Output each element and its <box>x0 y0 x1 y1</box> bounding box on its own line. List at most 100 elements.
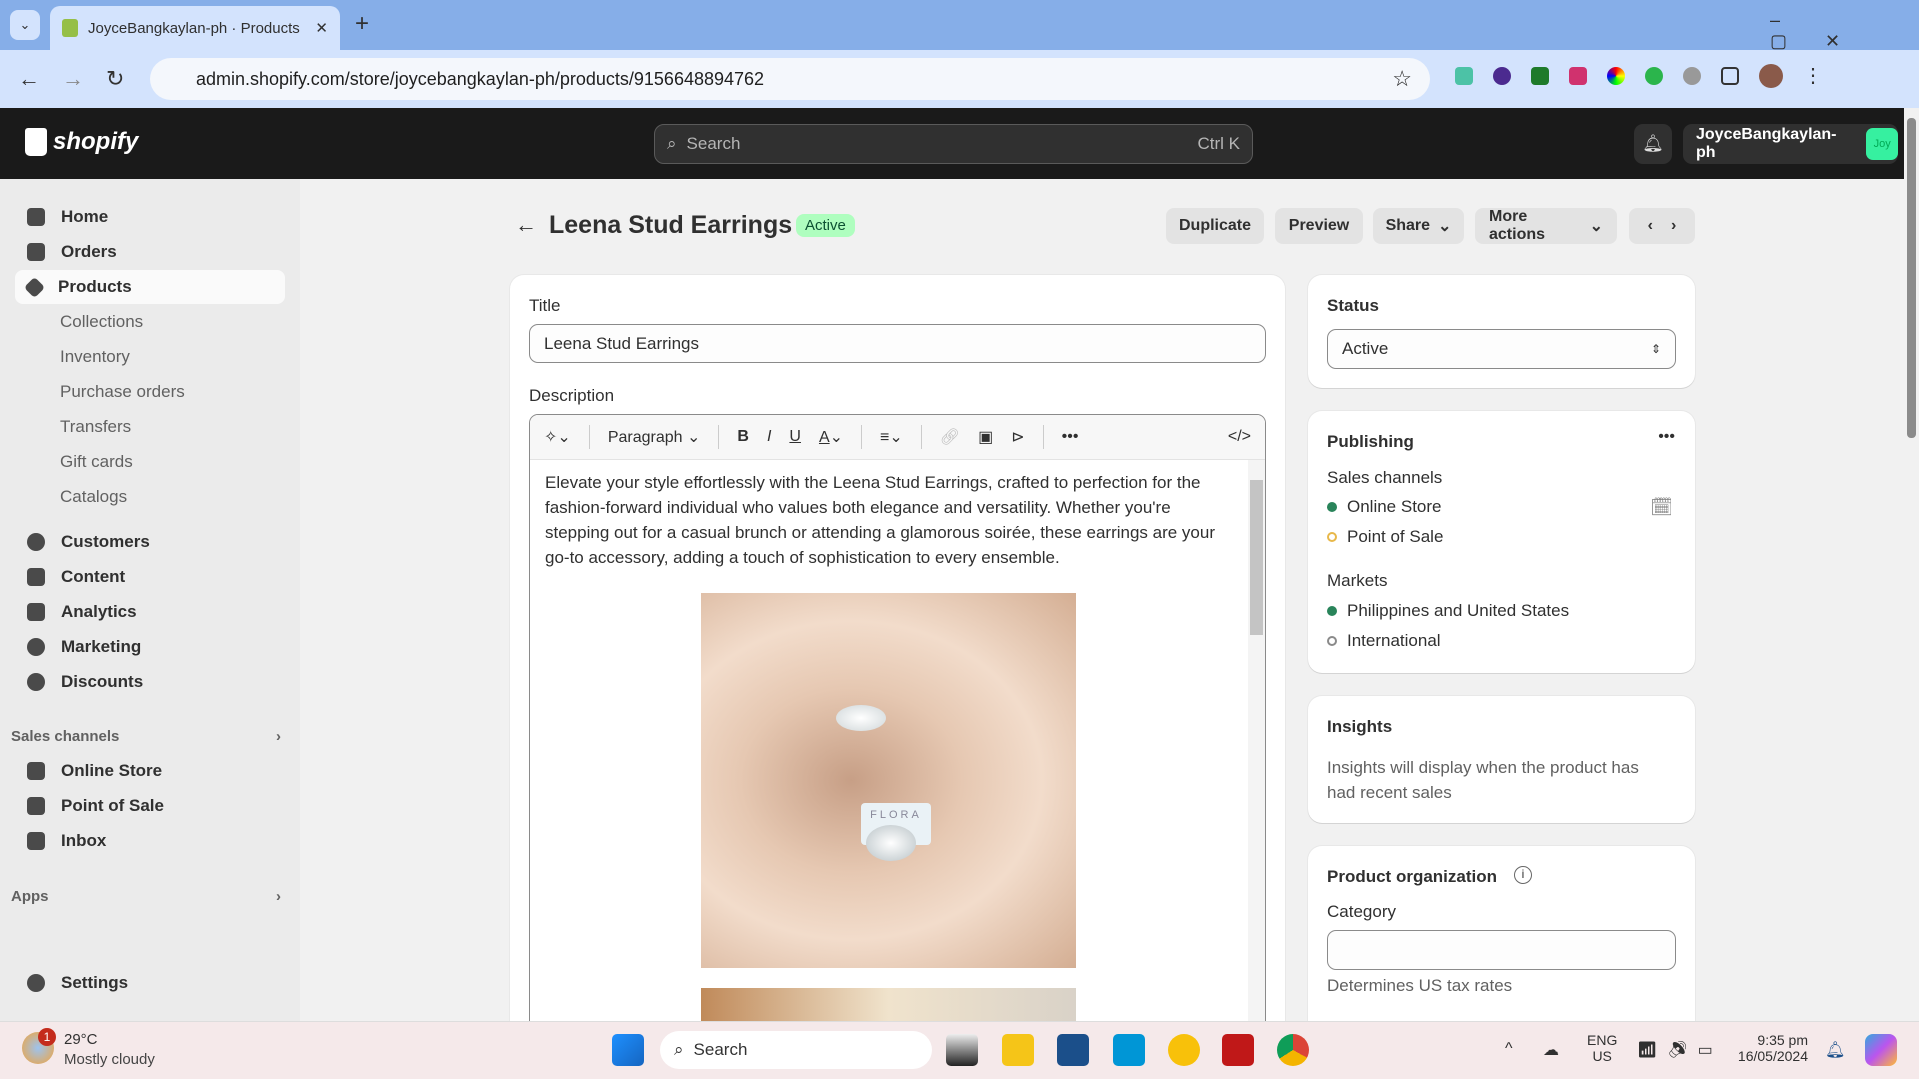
notifications-icon[interactable]: 🔔︎ <box>1825 1040 1845 1060</box>
system-tray-icons[interactable]: 📶︎🔊︎▭ <box>1637 1040 1723 1060</box>
sidebar-item-inventory[interactable]: Inventory <box>15 340 285 374</box>
category-input[interactable] <box>1327 930 1676 970</box>
insights-text: Insights will display when the product h… <box>1327 758 1639 802</box>
more-options-icon[interactable]: ••• <box>1658 428 1675 446</box>
bold-icon[interactable]: B <box>737 428 749 446</box>
profile-avatar[interactable] <box>1759 64 1783 88</box>
align-icon[interactable]: ≡⌄ <box>880 427 903 447</box>
search-icon: ⌕ <box>674 1040 684 1059</box>
status-dot-icon <box>1327 502 1337 512</box>
sidebar-item-settings[interactable]: Settings <box>15 966 285 1000</box>
earring-stud <box>866 825 916 861</box>
sidebar-item-customers[interactable]: Customers <box>15 525 285 559</box>
lang: ENG <box>1587 1032 1618 1048</box>
share-button[interactable]: Share ⌄ <box>1373 208 1464 244</box>
search-input[interactable]: ⌕ Search Ctrl K <box>654 124 1253 164</box>
info-icon[interactable]: i <box>1514 866 1532 884</box>
apps-header[interactable]: Apps › <box>11 888 281 905</box>
paragraph-style-dropdown[interactable]: Paragraph ⌄ <box>608 427 701 447</box>
address-bar[interactable]: admin.shopify.com/store/joycebangkaylan-… <box>150 58 1430 100</box>
sidebar-item-marketing[interactable]: Marketing <box>15 630 285 664</box>
extension-icon[interactable] <box>1569 67 1587 85</box>
nav-label: Marketing <box>61 637 142 656</box>
chrome-icon[interactable] <box>1277 1034 1309 1066</box>
sidebar-item-catalogs[interactable]: Catalogs <box>15 480 285 514</box>
show-hidden-icons[interactable]: ^ <box>1505 1040 1513 1058</box>
status-select[interactable]: Active ⇕ <box>1327 329 1676 369</box>
browser-tab[interactable]: JoyceBangkaylan-ph · Products ✕ <box>50 6 340 50</box>
microsoft-store-icon[interactable] <box>1057 1034 1089 1066</box>
extension-icon[interactable] <box>1683 67 1701 85</box>
insert-image-icon[interactable]: ▣ <box>978 427 993 447</box>
forward-icon[interactable]: → <box>62 66 84 92</box>
file-explorer-icon[interactable] <box>1002 1034 1034 1066</box>
myhp-icon[interactable] <box>1113 1034 1145 1066</box>
nav-label: Catalogs <box>60 487 128 506</box>
download-extension-icon[interactable] <box>1531 67 1549 85</box>
store-menu-button[interactable]: JoyceBangkaylan-ph Joy <box>1683 124 1898 164</box>
sidebar-item-collections[interactable]: Collections <box>15 305 285 339</box>
clock[interactable]: 9:35 pm 16/05/2024 <box>1736 1032 1808 1064</box>
more-formatting-icon[interactable]: ••• <box>1062 428 1079 446</box>
underline-icon[interactable]: U <box>789 428 801 446</box>
sidebar-item-online-store[interactable]: Online Store <box>15 754 285 788</box>
task-view-icon[interactable] <box>946 1034 978 1066</box>
sidebar-item-home[interactable]: Home <box>15 200 285 234</box>
marketing-icon <box>27 638 45 656</box>
grammarly-icon[interactable] <box>1645 67 1663 85</box>
bookmark-star-icon[interactable]: ☆ <box>1392 66 1412 92</box>
taskbar-search-label: Search <box>693 1040 748 1059</box>
window-controls[interactable]: –▢✕ <box>1770 10 1919 52</box>
next-product-icon[interactable]: › <box>1671 217 1676 235</box>
sidebar-item-content[interactable]: Content <box>15 560 285 594</box>
duplicate-button[interactable]: Duplicate <box>1166 208 1264 244</box>
extensions-puzzle-icon[interactable] <box>1721 67 1739 85</box>
sidebar-item-purchase-orders[interactable]: Purchase orders <box>15 375 285 409</box>
description-text[interactable]: Elevate your style effortlessly with the… <box>530 460 1265 570</box>
italic-icon[interactable]: I <box>767 428 771 446</box>
back-arrow-icon[interactable]: ← <box>515 212 537 238</box>
preview-button[interactable]: Preview <box>1275 208 1363 244</box>
windows-start-icon[interactable] <box>612 1034 644 1066</box>
product-image[interactable]: FLORA <box>701 593 1076 968</box>
sidebar-item-orders[interactable]: Orders <box>15 235 285 269</box>
channel-label: Online Store <box>1347 497 1442 516</box>
sidebar-item-transfers[interactable]: Transfers <box>15 410 285 444</box>
previous-product-icon[interactable]: ‹ <box>1648 217 1653 235</box>
browser-menu-icon[interactable]: ⋮ <box>1803 66 1823 88</box>
sidebar-item-gift-cards[interactable]: Gift cards <box>15 445 285 479</box>
color-extension-icon[interactable] <box>1607 67 1625 85</box>
back-icon[interactable]: ← <box>18 66 40 92</box>
more-actions-button[interactable]: More actions ⌄ <box>1475 208 1617 244</box>
sidebar-item-analytics[interactable]: Analytics <box>15 595 285 629</box>
sidebar-item-discounts[interactable]: Discounts <box>15 665 285 699</box>
reload-icon[interactable]: ↻ <box>106 66 124 92</box>
sidebar-item-products[interactable]: Products <box>15 270 285 304</box>
new-tab-button[interactable]: + <box>355 10 369 38</box>
page-scrollbar[interactable] <box>1904 108 1919 1021</box>
magic-ai-icon[interactable]: ✧⌄ <box>544 427 571 447</box>
extension-icon[interactable] <box>1455 67 1473 85</box>
shopify-logo[interactable]: shopify <box>25 128 138 156</box>
extension-icon[interactable] <box>1493 67 1511 85</box>
app-icon[interactable] <box>1168 1034 1200 1066</box>
onedrive-icon[interactable]: ☁︎ <box>1543 1040 1559 1060</box>
show-html-icon[interactable]: </> <box>1228 428 1251 446</box>
title-input[interactable]: Leena Stud Earrings <box>529 324 1266 363</box>
sales-channels-header[interactable]: Sales channels › <box>11 728 281 745</box>
language-indicator[interactable]: ENG US <box>1587 1032 1617 1064</box>
notifications-bell-icon[interactable]: 🔔︎ <box>1634 124 1672 164</box>
insert-video-icon[interactable]: ⊳ <box>1011 427 1024 447</box>
mcafee-icon[interactable] <box>1222 1034 1254 1066</box>
sidebar-item-inbox[interactable]: Inbox <box>15 824 285 858</box>
text-color-icon[interactable]: A⌄ <box>819 427 843 447</box>
editor-scrollbar[interactable] <box>1248 460 1265 1053</box>
content-icon <box>27 568 45 586</box>
tab-search-button[interactable]: ⌄ <box>10 10 40 40</box>
close-tab-icon[interactable]: ✕ <box>315 19 328 37</box>
sidebar-item-point-of-sale[interactable]: Point of Sale <box>15 789 285 823</box>
copilot-icon[interactable] <box>1865 1034 1897 1066</box>
link-icon[interactable]: 🔗︎ <box>940 427 960 447</box>
schedule-calendar-icon[interactable]: 🗓︎ <box>1650 497 1673 518</box>
taskbar-search[interactable]: ⌕ Search <box>660 1031 932 1069</box>
